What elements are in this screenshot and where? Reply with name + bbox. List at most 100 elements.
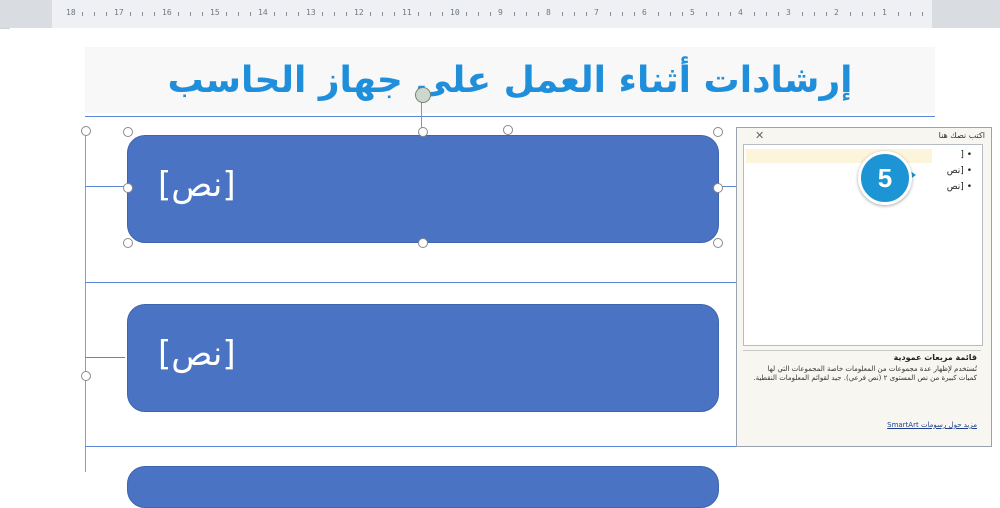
frame-handle-top[interactable] [503,125,513,135]
ruler-number: 9 [498,8,503,17]
ruler-number: 13 [306,8,316,17]
ruler-tick [286,12,287,16]
ruler-tick [430,12,431,16]
horizontal-ruler[interactable]: 18 17 16 15 14 13 12 11 10 9 8 7 6 5 4 3 2 1 [0,0,1000,29]
ruler-number: 15 [210,8,220,17]
layout-description-text: تُستخدم لإظهار عدة مجموعات من المعلومات … [753,365,977,382]
ruler-tick [130,12,131,16]
ruler-tick [562,12,563,16]
ruler-tick [754,12,755,16]
ruler-number: 12 [354,8,364,17]
bullet-item-text[interactable]: [نص [947,166,964,176]
ruler-number: 6 [642,8,647,17]
ruler-tick [706,12,707,16]
ruler-number: 1 [882,8,887,17]
ruler-tick [814,12,815,16]
rotation-stem [421,100,422,128]
ruler-tick [466,12,467,16]
shape-2-text[interactable]: [نص] [158,334,236,374]
ruler-tick [178,12,179,16]
frame-handle-top-left[interactable] [81,126,91,136]
ruler-tick [658,12,659,16]
resize-handle-bottom-left[interactable] [123,238,133,248]
ruler-number: 10 [450,8,460,17]
title-bottom-line [85,116,935,117]
bullet-item[interactable]: • [نص [947,166,972,176]
ruler-number: 2 [834,8,839,17]
ruler-number: 18 [66,8,76,17]
more-about-smartart-link[interactable]: مزيد حول رسومات SmartArt [887,421,977,429]
ruler-tick [82,12,83,16]
bullet-item[interactable]: • [ [960,150,972,160]
ruler-tick [478,12,479,16]
ruler-tick [274,12,275,16]
ruler-tick [490,12,491,16]
step-number-badge: 5 [858,151,912,205]
ruler-tick [334,12,335,16]
ruler-number: 8 [546,8,551,17]
ruler-tick [634,12,635,16]
resize-handle-top[interactable] [418,127,428,137]
ruler-tick [922,12,923,16]
ruler-tick [610,12,611,16]
ruler-tick [346,12,347,16]
ruler-tick [574,12,575,16]
ruler-tick [862,12,863,16]
row-divider-2 [85,446,745,447]
ruler-tick [850,12,851,16]
ruler-number: 16 [162,8,172,17]
ruler-number: 11 [402,8,412,17]
resize-handle-top-right[interactable] [713,127,723,137]
ruler-number: 17 [114,8,124,17]
ruler-tick [514,12,515,16]
resize-handle-top-left[interactable] [123,127,133,137]
bullet-item[interactable]: • [نص [947,182,972,192]
ruler-tick [682,12,683,16]
ruler-tick [382,12,383,16]
ruler-tick [526,12,527,16]
ruler-tick [142,12,143,16]
ruler-tick [586,12,587,16]
ruler-tick [238,12,239,16]
page-title[interactable]: إرشادات أثناء العمل على جهاز الحاسب [85,50,935,112]
ruler-left-margin [0,0,52,28]
resize-handle-bottom[interactable] [418,238,428,248]
ruler-tick [730,12,731,16]
ruler-tick [250,12,251,16]
row-divider-1 [85,282,745,283]
ruler-tick [826,12,827,16]
layout-description: قائمة مربعات عمودية تُستخدم لإظهار عدة م… [743,350,981,441]
bullet-item-text[interactable]: [نص [947,182,964,192]
close-icon[interactable]: ✕ [755,129,764,142]
ruler-tick [394,12,395,16]
ruler-tick [298,12,299,16]
shape-1-text[interactable]: [نص] [158,165,236,205]
rotation-handle[interactable] [415,87,431,103]
ruler-tick [226,12,227,16]
ruler-tick [154,12,155,16]
ruler-number: 4 [738,8,743,17]
resize-handle-left[interactable] [123,183,133,193]
frame-handle-left[interactable] [81,371,91,381]
ruler-tick [202,12,203,16]
resize-handle-right[interactable] [713,183,723,193]
ruler-tick [442,12,443,16]
ruler-tick [94,12,95,16]
ruler-tick [622,12,623,16]
bullet-item-text[interactable]: [ [960,150,964,160]
ruler-right-margin [932,0,1000,28]
resize-handle-bottom-right[interactable] [713,238,723,248]
layout-name: قائمة مربعات عمودية [893,353,977,362]
ruler-number: 3 [786,8,791,17]
ruler-number: 5 [690,8,695,17]
ruler-tick [910,12,911,16]
ruler-tick [898,12,899,16]
connector-1 [85,186,125,187]
smartart-shape-3[interactable] [127,466,719,508]
ruler-tick [538,12,539,16]
ruler-tick [670,12,671,16]
ruler-tick [370,12,371,16]
ruler-tick [874,12,875,16]
ruler-number: 14 [258,8,268,17]
smartart-left-edge [85,130,86,472]
